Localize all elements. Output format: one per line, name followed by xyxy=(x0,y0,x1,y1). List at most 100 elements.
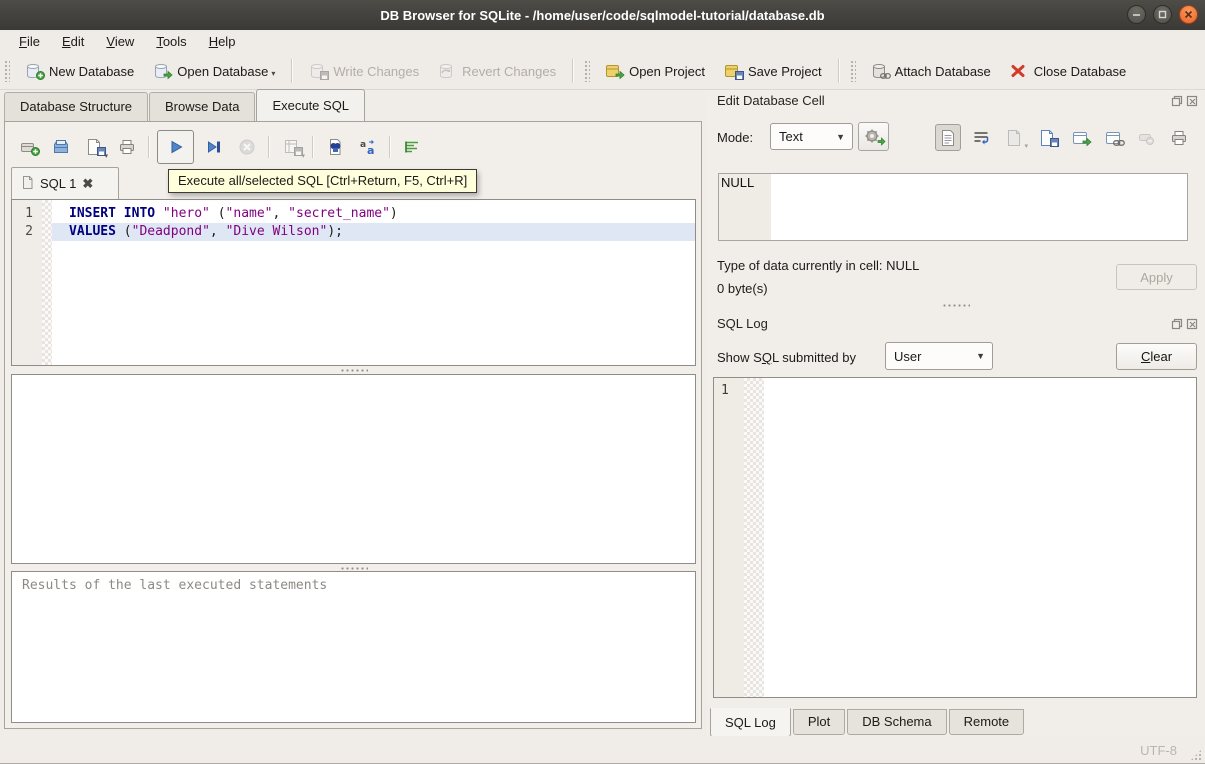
print-cell-button[interactable] xyxy=(1166,124,1192,151)
tab-plot[interactable]: Plot xyxy=(793,709,845,735)
window-controls xyxy=(1127,5,1198,24)
sql-log-view[interactable]: 1 xyxy=(713,377,1197,698)
titlebar[interactable]: DB Browser for SQLite - /home/user/code/… xyxy=(0,0,1205,30)
save-sql-dropdown-caret-icon[interactable]: ▾ xyxy=(104,152,108,160)
revert-changes-button: Revert Changes xyxy=(428,56,565,86)
cell-type-info: Type of data currently in cell: NULL xyxy=(717,258,919,273)
splitter-handle-dots xyxy=(942,304,970,307)
menu-file[interactable]: File xyxy=(8,31,51,52)
execute-sql-panel: ▾ xyxy=(4,121,702,729)
new-database-button[interactable]: New Database xyxy=(15,56,143,86)
sql-toolbar: ▾ xyxy=(11,128,428,166)
write-changes-button: Write Changes xyxy=(299,56,428,86)
toolbar-separator xyxy=(838,59,839,83)
open-sql-file-icon xyxy=(52,138,70,156)
open-project-button[interactable]: Open Project xyxy=(595,56,714,86)
print-sql-button[interactable] xyxy=(113,134,140,161)
execute-line-button[interactable] xyxy=(200,134,227,161)
log-filter-label: Show SQL submitted by xyxy=(717,350,856,365)
tab-database-structure[interactable]: Database Structure xyxy=(4,92,148,121)
right-panel-splitter[interactable] xyxy=(706,303,1205,308)
open-in-external-button[interactable] xyxy=(1100,124,1126,151)
menu-view[interactable]: View xyxy=(95,31,145,52)
float-dock-icon[interactable] xyxy=(1171,95,1183,107)
close-sql-tab-icon[interactable]: ✖ xyxy=(82,176,93,192)
menu-edit[interactable]: Edit xyxy=(51,31,95,52)
close-dock-icon[interactable] xyxy=(1186,318,1198,330)
toolbar-handle[interactable] xyxy=(4,60,10,82)
toolbar-handle[interactable] xyxy=(850,60,856,82)
close-dock-icon[interactable] xyxy=(1186,95,1198,107)
minimize-button[interactable] xyxy=(1127,5,1146,24)
auto-apply-button[interactable] xyxy=(858,122,889,151)
save-project-button[interactable]: Save Project xyxy=(714,56,831,86)
clear-log-button[interactable]: Clear xyxy=(1116,343,1197,370)
cell-content-value: NULL xyxy=(721,175,754,190)
sql-editor[interactable]: 1 2 INSERT INTO "hero" ("name", "secret_… xyxy=(11,199,696,366)
format-sql-button[interactable] xyxy=(398,134,425,161)
new-sql-tab-button[interactable] xyxy=(14,134,41,161)
cell-content-editor[interactable]: NULL xyxy=(718,173,1188,241)
tab-browse-data[interactable]: Browse Data xyxy=(149,92,255,121)
close-database-button[interactable]: Close Database xyxy=(1000,56,1136,86)
execute-all-button[interactable] xyxy=(157,130,194,164)
splitter-handle-dots xyxy=(340,567,368,570)
cell-size-info: 0 byte(s) xyxy=(717,281,768,296)
results-message-pane[interactable]: Results of the last executed statements xyxy=(11,571,696,723)
word-wrap-icon xyxy=(972,129,990,147)
tab-db-schema[interactable]: DB Schema xyxy=(847,709,946,735)
sql-document-tab[interactable]: SQL 1 ✖ xyxy=(11,167,119,199)
edit-cell-dock-title: Edit Database Cell xyxy=(717,93,825,108)
execute-line-icon xyxy=(205,138,223,156)
text-mode-button[interactable] xyxy=(935,124,961,151)
tab-remote[interactable]: Remote xyxy=(949,709,1025,735)
close-button[interactable] xyxy=(1179,5,1198,24)
results-grid-pane[interactable] xyxy=(11,374,696,564)
save-cell-dropdown-caret-icon: ▾ xyxy=(1024,142,1028,150)
print-icon xyxy=(118,138,136,156)
code-area[interactable]: INSERT INTO "hero" ("name", "secret_name… xyxy=(52,200,695,365)
toolbar-separator xyxy=(148,136,149,158)
toolbar-handle[interactable] xyxy=(584,60,590,82)
word-wrap-button[interactable] xyxy=(968,124,994,151)
import-cell-button[interactable] xyxy=(1034,124,1060,151)
menu-tools[interactable]: Tools xyxy=(145,31,197,52)
mode-select[interactable]: Text ▼ xyxy=(770,123,853,150)
attach-database-icon xyxy=(870,62,888,80)
cell-editor-toolbar: ▾ xyxy=(935,124,1199,151)
mode-label: Mode: xyxy=(717,130,753,145)
tab-sql-log[interactable]: SQL Log xyxy=(710,708,791,737)
menu-help[interactable]: Help xyxy=(198,31,247,52)
resize-grip[interactable] xyxy=(1190,749,1202,761)
maximize-button[interactable] xyxy=(1153,5,1172,24)
save-project-icon xyxy=(723,62,741,80)
gear-icon xyxy=(864,128,883,146)
save-results-dropdown-caret-icon: ▾ xyxy=(301,152,305,160)
window-title: DB Browser for SQLite - /home/user/code/… xyxy=(380,8,824,23)
results-placeholder: Results of the last executed statements xyxy=(22,578,327,593)
code-line-1: INSERT INTO "hero" ("name", "secret_name… xyxy=(52,205,695,223)
open-sql-file-button[interactable] xyxy=(47,134,74,161)
write-changes-icon xyxy=(308,62,326,80)
find-button[interactable] xyxy=(321,134,348,161)
tab-execute-sql[interactable]: Execute SQL xyxy=(256,89,365,121)
revert-changes-icon xyxy=(437,62,455,80)
stop-execution-button xyxy=(233,134,260,161)
find-icon xyxy=(326,138,344,156)
editor-results-splitter[interactable] xyxy=(11,368,696,373)
save-cell-icon xyxy=(1005,129,1023,147)
menubar: File Edit View Tools Help xyxy=(0,30,1205,53)
edit-cell-dock-controls xyxy=(1171,95,1198,107)
toolbar-separator xyxy=(291,59,292,83)
replace-button[interactable]: aa xyxy=(354,134,381,161)
open-database-icon xyxy=(152,62,170,80)
status-bar: UTF-8 xyxy=(0,736,1205,764)
float-dock-icon[interactable] xyxy=(1171,318,1183,330)
save-sql-file-button[interactable]: ▾ xyxy=(80,134,107,161)
attach-database-button[interactable]: Attach Database xyxy=(861,56,1000,86)
open-database-button[interactable]: Open Database ▾ xyxy=(143,56,284,86)
open-database-dropdown-caret-icon[interactable]: ▾ xyxy=(271,69,275,78)
export-cell-button[interactable] xyxy=(1067,124,1093,151)
log-line-number: 1 xyxy=(714,382,744,399)
log-filter-select[interactable]: User ▼ xyxy=(885,342,993,370)
